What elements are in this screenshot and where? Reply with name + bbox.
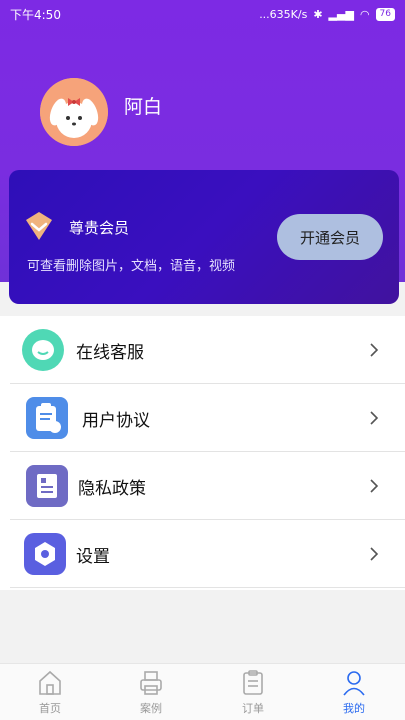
- status-time: 下午4:50: [10, 7, 61, 22]
- menu-label: 隐私政策: [78, 478, 146, 499]
- bluetooth-icon: ✱: [313, 7, 323, 21]
- status-indicators: ...635K/s ✱ ▂▄▆ ◠ 76: [259, 7, 395, 21]
- menu-item-online-service[interactable]: 在线客服: [0, 316, 405, 384]
- vip-card: 尊贵会员 可查看删除图片，文档，语音，视频 开通会员: [9, 170, 399, 304]
- tab-label: 我的: [343, 702, 365, 715]
- tab-home[interactable]: 首页: [0, 664, 100, 720]
- tab-label: 订单: [242, 702, 264, 715]
- clipboard-icon: [26, 397, 68, 439]
- document-icon: [26, 465, 68, 507]
- settings-hex-icon: [24, 533, 66, 575]
- menu-label: 设置: [76, 546, 110, 567]
- tab-label: 案例: [140, 702, 162, 715]
- menu-item-settings[interactable]: 设置: [0, 520, 405, 588]
- diamond-icon: [26, 212, 52, 240]
- tab-cases[interactable]: 案例: [101, 664, 201, 720]
- username: 阿白: [124, 96, 163, 118]
- battery-icon: 76: [375, 7, 395, 21]
- chevron-right-icon: [370, 343, 379, 357]
- menu-label: 在线客服: [76, 342, 144, 363]
- menu-item-privacy-policy[interactable]: 隐私政策: [0, 452, 405, 520]
- vip-title: 尊贵会员: [69, 219, 130, 237]
- open-membership-button[interactable]: 开通会员: [277, 214, 383, 260]
- tab-mine[interactable]: 我的: [304, 664, 404, 720]
- chevron-right-icon: [370, 411, 379, 425]
- network-speed: ...635K/s: [259, 7, 308, 21]
- printer-icon: [140, 671, 162, 695]
- chevron-right-icon: [370, 547, 379, 561]
- menu-item-user-agreement[interactable]: 用户协议: [0, 384, 405, 452]
- menu-label: 用户协议: [82, 410, 150, 431]
- chat-bubble-icon: [22, 329, 64, 371]
- puppy-avatar-icon: [40, 78, 108, 146]
- vip-description: 可查看删除图片，文档，语音，视频: [27, 259, 236, 274]
- signal-icon: ▂▄▆: [328, 7, 354, 21]
- tab-label: 首页: [39, 702, 61, 715]
- clipboard-list-icon: [243, 670, 263, 695]
- tab-orders[interactable]: 订单: [203, 664, 303, 720]
- bottom-tab-bar: 首页 案例 订单 我的: [0, 663, 405, 720]
- person-icon: [343, 671, 365, 696]
- avatar[interactable]: [40, 78, 108, 146]
- status-bar: 下午4:50 ...635K/s ✱ ▂▄▆ ◠ 76: [0, 0, 405, 28]
- home-icon: [39, 670, 61, 695]
- chevron-right-icon: [370, 479, 379, 493]
- wifi-icon: ◠: [359, 7, 370, 21]
- menu-list: 在线客服 用户协议 隐私政策 设置: [0, 316, 405, 590]
